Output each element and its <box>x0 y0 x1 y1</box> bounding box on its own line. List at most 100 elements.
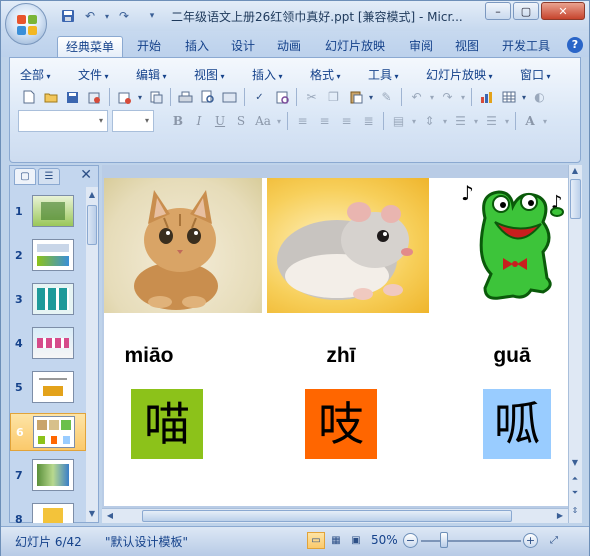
redo-icon[interactable]: ↷ <box>115 7 133 25</box>
office-button[interactable] <box>5 3 47 45</box>
slide[interactable]: ♪ ♪ miāo zhī guā 喵 吱 呱 <box>104 178 569 506</box>
underline-button[interactable]: U <box>210 111 230 131</box>
undo-dropdown-icon[interactable]: ▾ <box>103 7 111 25</box>
normal-view-button[interactable]: ▭ <box>307 532 325 549</box>
format-painter-icon[interactable]: ✎ <box>376 87 397 107</box>
open-icon[interactable] <box>40 87 61 107</box>
save-icon[interactable] <box>62 87 83 107</box>
permission-icon[interactable] <box>84 87 105 107</box>
scroll-thumb[interactable] <box>142 510 512 522</box>
numbering-dropdown-icon[interactable]: ▾ <box>472 111 480 131</box>
publish-icon[interactable] <box>145 87 166 107</box>
save-icon[interactable] <box>59 7 77 25</box>
scroll-thumb[interactable] <box>87 205 97 245</box>
slide-thumbnail-8[interactable]: 8 <box>10 501 86 523</box>
undo-icon[interactable]: ↶ <box>81 7 99 25</box>
menu-view[interactable]: 视图 <box>194 66 225 83</box>
font-size-combobox[interactable]: ▾ <box>112 110 154 132</box>
align-left-icon[interactable]: ≡ <box>292 111 313 131</box>
slide-thumbnail-3[interactable]: 3 <box>10 281 86 319</box>
tab-design[interactable]: 设计 <box>223 36 263 57</box>
zoom-out-button[interactable]: − <box>403 533 418 548</box>
line-spacing-icon[interactable]: ⇕ <box>419 111 440 131</box>
grayscale-icon[interactable]: ◐ <box>529 87 550 107</box>
slide-thumbnail-4[interactable]: 4 <box>10 325 86 363</box>
customize-icon[interactable]: ▾ <box>143 7 161 25</box>
slides-tab[interactable]: ▢ <box>14 168 36 185</box>
fit-to-window-icon[interactable]: ⤢ <box>545 532 563 549</box>
previous-slide-icon[interactable]: ⏶ <box>569 473 581 485</box>
columns-dropdown-icon[interactable]: ▾ <box>410 111 418 131</box>
cut-icon[interactable]: ✂ <box>301 87 322 107</box>
menu-window[interactable]: 窗口 <box>520 66 551 83</box>
font-color-button[interactable]: A <box>520 111 540 131</box>
outline-tab[interactable]: ☰ <box>38 168 60 185</box>
shadow-button[interactable]: S <box>231 111 251 131</box>
scroll-down-icon[interactable]: ▼ <box>86 508 98 520</box>
tab-view[interactable]: 视图 <box>447 36 487 57</box>
research-icon[interactable] <box>219 87 240 107</box>
print-icon[interactable] <box>175 87 196 107</box>
zoom-in-button[interactable]: + <box>523 533 538 548</box>
tab-insert[interactable]: 插入 <box>177 36 217 57</box>
scroll-down-icon[interactable]: ▼ <box>569 457 581 469</box>
email-icon[interactable] <box>114 87 135 107</box>
redo-icon[interactable]: ↷ <box>437 87 458 107</box>
align-right-icon[interactable]: ≡ <box>336 111 357 131</box>
split-handle-icon[interactable]: ⇕ <box>569 505 581 517</box>
insert-chart-icon[interactable] <box>476 87 497 107</box>
menu-slideshow[interactable]: 幻灯片放映 <box>426 66 493 83</box>
slide-thumbnail-7[interactable]: 7 <box>10 457 86 495</box>
zoom-level[interactable]: 50% <box>371 533 398 547</box>
vertical-scrollbar[interactable]: ▲ ▼ ⏶ ⏷ ⇕ <box>568 165 582 523</box>
menu-insert[interactable]: 插入 <box>252 66 283 83</box>
insert-table-icon[interactable] <box>498 87 519 107</box>
spacing-dropdown-icon[interactable]: ▾ <box>441 111 449 131</box>
tab-classic-menu[interactable]: 经典菜单 <box>57 36 123 57</box>
copy-icon[interactable]: ❐ <box>323 87 344 107</box>
menu-edit[interactable]: 编辑 <box>136 66 167 83</box>
redo-dropdown-icon[interactable]: ▾ <box>459 87 467 107</box>
tab-review[interactable]: 审阅 <box>401 36 441 57</box>
menu-file[interactable]: 文件 <box>78 66 109 83</box>
font-color-dropdown-icon[interactable]: ▾ <box>541 111 549 131</box>
tab-home[interactable]: 开始 <box>129 36 169 57</box>
thesaurus-icon[interactable] <box>271 87 292 107</box>
italic-button[interactable]: I <box>189 111 209 131</box>
numbering-icon[interactable]: ☰ <box>450 111 471 131</box>
horizontal-scrollbar[interactable]: ◀ ▶ <box>102 508 568 523</box>
zoom-slider-knob[interactable] <box>440 532 448 548</box>
undo-icon[interactable]: ↶ <box>406 87 427 107</box>
slideshow-view-button[interactable]: ▣ <box>347 532 365 549</box>
paste-dropdown-icon[interactable]: ▾ <box>367 87 375 107</box>
scroll-up-icon[interactable]: ▲ <box>569 165 581 177</box>
case-dropdown-icon[interactable]: ▾ <box>275 111 283 131</box>
zoom-slider-track[interactable] <box>421 540 521 542</box>
justify-icon[interactable]: ≣ <box>358 111 379 131</box>
scroll-thumb[interactable] <box>570 179 581 219</box>
slide-thumbnail-1[interactable]: 1 <box>10 193 86 231</box>
table-dropdown-icon[interactable]: ▾ <box>520 87 528 107</box>
help-icon[interactable]: ? <box>567 37 583 53</box>
slide-thumbnail-2[interactable]: 2 <box>10 237 86 275</box>
thumbnail-scrollbar[interactable]: ▲ ▼ <box>86 187 98 522</box>
minimize-button[interactable]: – <box>485 2 511 20</box>
close-button[interactable]: ✕ <box>541 2 585 20</box>
new-icon[interactable] <box>18 87 39 107</box>
align-center-icon[interactable]: ≡ <box>314 111 335 131</box>
tab-slideshow[interactable]: 幻灯片放映 <box>319 36 391 57</box>
scroll-right-icon[interactable]: ▶ <box>554 510 566 522</box>
next-slide-icon[interactable]: ⏷ <box>569 487 581 499</box>
bullets-dropdown-icon[interactable]: ▾ <box>503 111 511 131</box>
paste-icon[interactable] <box>345 87 366 107</box>
slide-thumbnail-6[interactable]: 6 <box>10 413 86 451</box>
close-icon[interactable]: ✕ <box>80 167 92 183</box>
undo-dropdown-icon[interactable]: ▾ <box>428 87 436 107</box>
bold-button[interactable]: B <box>168 111 188 131</box>
bullets-icon[interactable]: ☰ <box>481 111 502 131</box>
columns-icon[interactable]: ▤ <box>388 111 409 131</box>
print-preview-icon[interactable] <box>197 87 218 107</box>
restore-button[interactable]: ▢ <box>513 2 539 20</box>
menu-format[interactable]: 格式 <box>310 66 341 83</box>
dropdown-icon[interactable]: ▾ <box>136 87 144 107</box>
